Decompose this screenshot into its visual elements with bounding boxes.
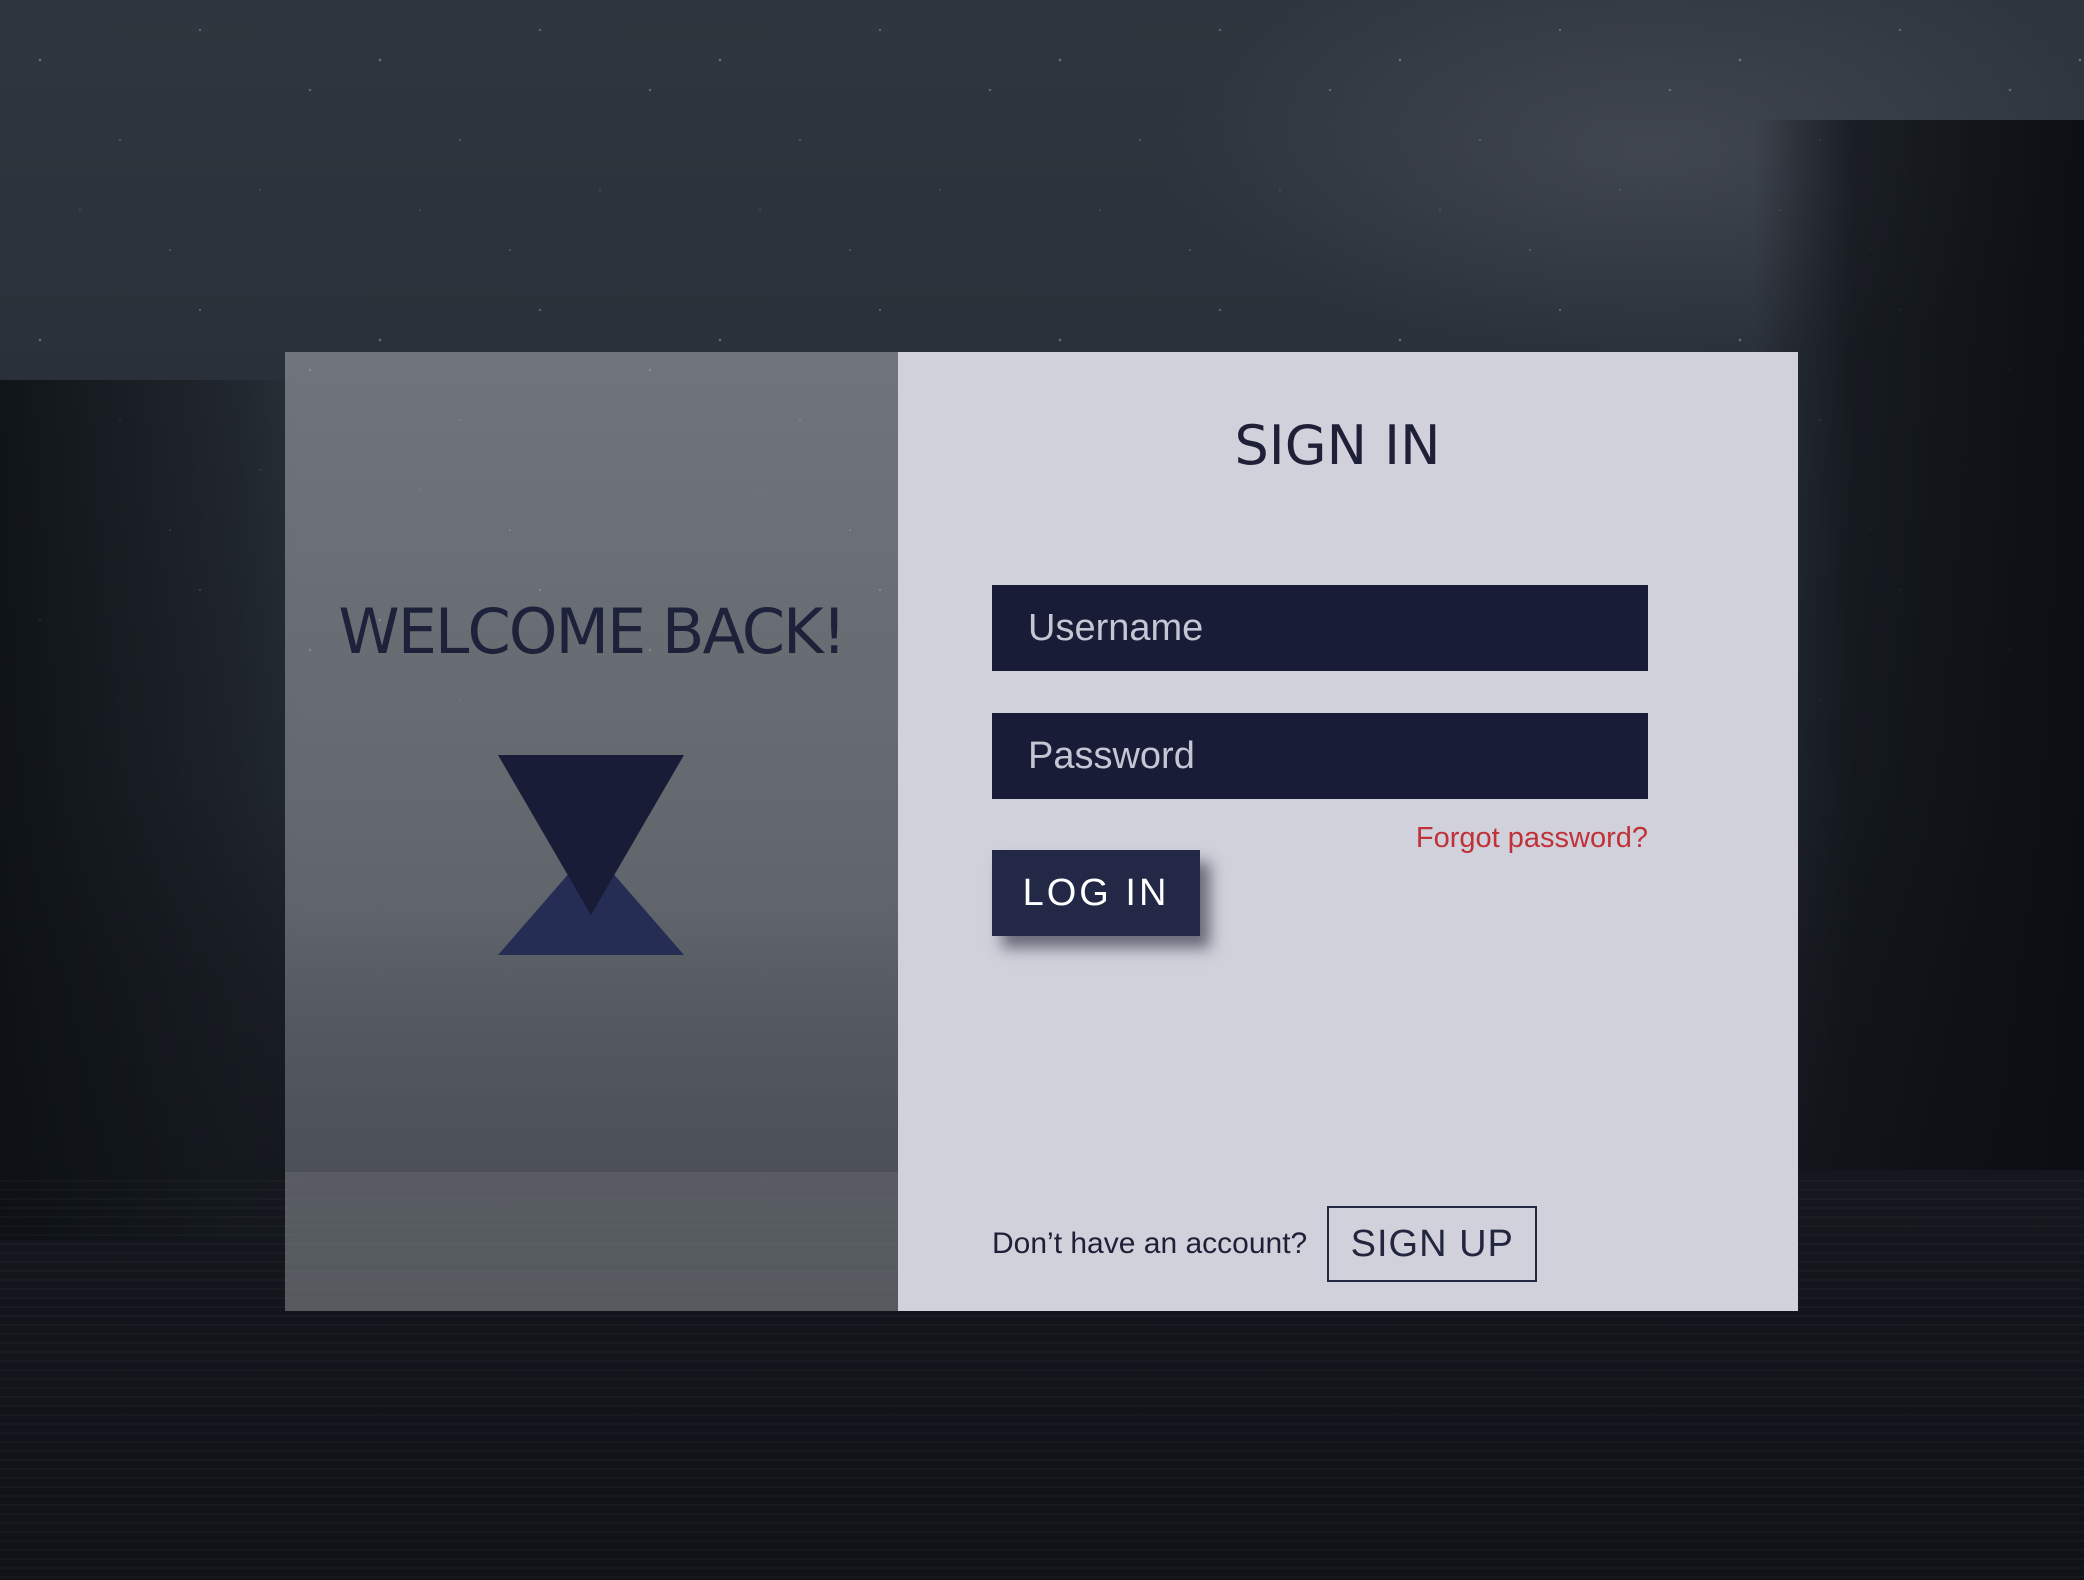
signup-button[interactable]: SIGN UP [1327,1206,1538,1282]
hourglass-logo-icon [498,755,684,955]
password-input[interactable] [992,713,1648,799]
login-button[interactable]: LOG IN [992,850,1200,936]
right-forest-silhouette [1754,120,2084,1170]
welcome-heading: WELCOME BACK! [338,595,846,668]
left-forest-silhouette [0,380,300,1240]
login-card: WELCOME BACK! SIGN IN Forgot password? L… [285,352,1798,1311]
logo-graphic [498,755,684,955]
forgot-password-link[interactable]: Forgot password? [1416,822,1648,855]
username-input[interactable] [992,585,1648,671]
signin-panel: SIGN IN Forgot password? LOG IN Don’t ha… [898,352,1798,1311]
signup-prompt: Don’t have an account? [992,1227,1308,1260]
signin-title: SIGN IN [1234,414,1441,477]
logo-upper-triangle [498,755,684,915]
signup-row: Don’t have an account? SIGN UP [992,1206,1538,1282]
welcome-panel: WELCOME BACK! [285,352,898,1311]
